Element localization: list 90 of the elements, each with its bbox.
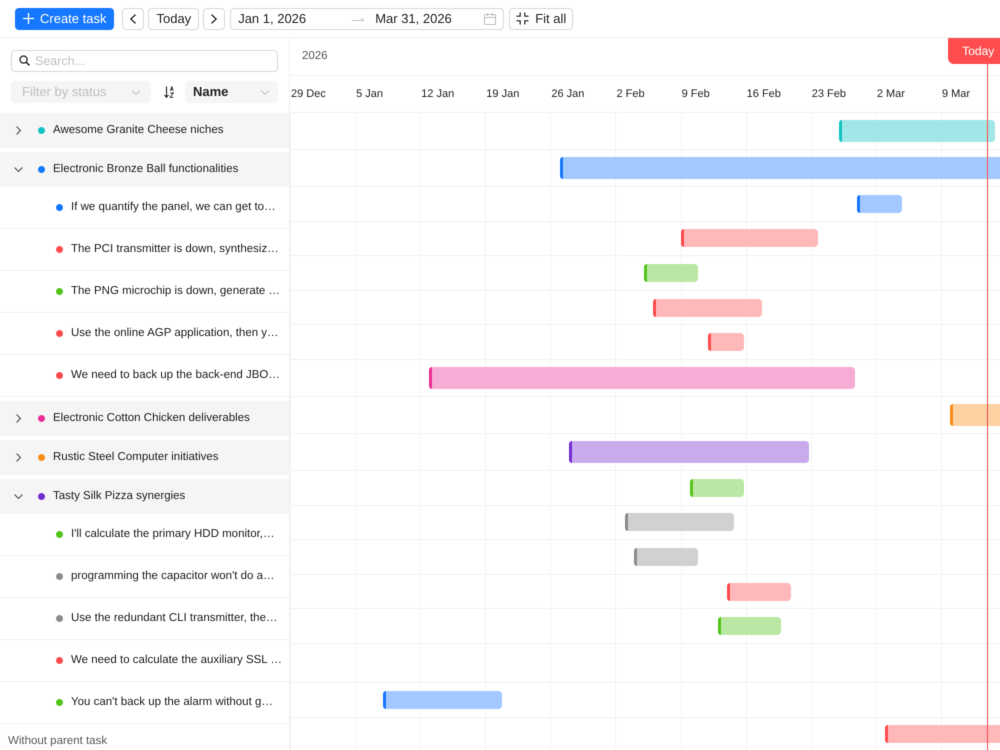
- group-name: Tasty Silk Pizza synergies: [53, 488, 186, 504]
- group-row[interactable]: Electronic Bronze Ball functionalities: [0, 152, 289, 187]
- week-label: 9 Feb: [682, 86, 710, 102]
- bar-start-handle[interactable]: [884, 725, 888, 744]
- create-task-button[interactable]: Create task: [15, 8, 114, 30]
- task-name[interactable]: I'll calculate the primary HDD monitor,…: [71, 526, 275, 544]
- bar-start-handle[interactable]: [652, 298, 656, 317]
- bar-start-handle[interactable]: [383, 690, 386, 709]
- bar-start-handle[interactable]: [690, 478, 693, 497]
- bar-start-handle[interactable]: [569, 440, 572, 463]
- bar-start-handle[interactable]: [634, 548, 638, 566]
- bar-start-handle[interactable]: [429, 366, 432, 389]
- next-button[interactable]: [203, 8, 226, 30]
- week-label: 26 Jan: [551, 86, 584, 102]
- week-label: 29 Dec: [291, 86, 326, 102]
- chevron-down-icon[interactable]: [14, 494, 23, 499]
- group-row[interactable]: Rustic Steel Computer initiatives: [0, 440, 289, 475]
- bar-end-handle[interactable]: [898, 194, 902, 213]
- bar-end-handle[interactable]: [740, 478, 744, 497]
- bar-start-handle[interactable]: [838, 120, 842, 142]
- bar-end-handle[interactable]: [694, 548, 698, 566]
- week-label: 2 Mar: [876, 86, 905, 102]
- group-row[interactable]: Tasty Silk Pizza synergies: [0, 479, 289, 514]
- task-name[interactable]: programming the capacitor won't do a…: [71, 568, 275, 586]
- bar-start-handle[interactable]: [857, 194, 860, 213]
- group-name: Awesome Granite Cheese niches: [53, 122, 224, 138]
- task-bar[interactable]: [950, 404, 1000, 426]
- chevron-left-icon: [130, 14, 136, 24]
- bar-end-handle[interactable]: [991, 120, 996, 142]
- bar-end-handle[interactable]: [776, 617, 781, 636]
- bar-end-handle[interactable]: [814, 229, 818, 248]
- bar-start-handle[interactable]: [727, 582, 730, 601]
- task-name[interactable]: The PNG microchip is down, generate …: [71, 282, 280, 300]
- week-label: 2 Feb: [616, 86, 645, 102]
- bar-end-handle[interactable]: [740, 333, 744, 352]
- week-label: 9 Mar: [942, 86, 970, 102]
- bar-start-handle[interactable]: [680, 229, 684, 248]
- bar-end-handle[interactable]: [498, 690, 502, 709]
- group-name: Rustic Steel Computer initiatives: [53, 450, 219, 465]
- compress-icon: [516, 12, 530, 25]
- bar-start-handle[interactable]: [708, 333, 712, 352]
- bar-start-handle[interactable]: [644, 264, 647, 282]
- chevron-down-icon: [260, 90, 270, 94]
- end-date[interactable]: Mar 31, 2026: [375, 8, 452, 28]
- today-button[interactable]: Today: [148, 8, 200, 30]
- bar-end-handle[interactable]: [694, 264, 698, 282]
- week-label: 5 Jan: [356, 86, 384, 102]
- week-label: 19 Jan: [486, 86, 520, 102]
- task-name[interactable]: The PCI transmitter is down, synthesiz…: [71, 240, 279, 258]
- search-icon: [19, 55, 30, 66]
- chevron-down-icon[interactable]: [14, 167, 23, 172]
- task-name[interactable]: We need to back up the back-end JBO…: [71, 366, 280, 384]
- group-row[interactable]: Awesome Granite Cheese niches: [0, 113, 289, 148]
- bar-end-handle[interactable]: [730, 513, 734, 532]
- task-name[interactable]: Use the online AGP application, then y…: [71, 324, 279, 342]
- calendar-icon: [484, 12, 496, 24]
- sort-select[interactable]: Name: [185, 81, 278, 103]
- arrow-right-icon: [352, 16, 364, 22]
- bar-end-handle[interactable]: [758, 298, 762, 317]
- fit-all-button[interactable]: Fit all: [509, 8, 574, 30]
- start-date[interactable]: Jan 1, 2026: [238, 8, 306, 28]
- bar-end-handle[interactable]: [786, 582, 791, 601]
- task-name[interactable]: You can't back up the alarm without g…: [71, 694, 273, 712]
- sort-icon[interactable]: [164, 86, 174, 98]
- previous-button[interactable]: [122, 8, 144, 30]
- chevron-right-icon: [211, 14, 218, 24]
- search-field[interactable]: Search...: [11, 50, 278, 72]
- task-name[interactable]: We need to calculate the auxiliary SSL …: [71, 652, 282, 670]
- bar-end-handle[interactable]: [851, 366, 856, 389]
- bar-start-handle[interactable]: [950, 404, 954, 426]
- group-name: Electronic Bronze Ball functionalities: [53, 162, 238, 177]
- chevron-right-icon[interactable]: [16, 126, 21, 135]
- year-label: 2026: [302, 48, 328, 64]
- bar-start-handle[interactable]: [625, 513, 628, 532]
- section-label: Without parent task: [8, 734, 108, 749]
- chevron-right-icon[interactable]: [16, 453, 21, 462]
- chevron-right-icon[interactable]: [16, 414, 21, 423]
- chevron-down-icon: [131, 90, 141, 94]
- date-range-field[interactable]: Jan 1, 2026 Mar 31, 2026: [230, 8, 504, 30]
- group-name: Electronic Cotton Chicken deliverables: [53, 410, 250, 426]
- task-name[interactable]: Use the redundant CLI transmitter, the…: [71, 610, 278, 628]
- bar-end-handle[interactable]: [805, 440, 809, 463]
- group-row[interactable]: Electronic Cotton Chicken deliverables: [0, 401, 289, 436]
- week-label: 16 Feb: [746, 86, 781, 102]
- plus-icon: [23, 13, 34, 24]
- week-label: 23 Feb: [812, 86, 846, 102]
- bar-start-handle[interactable]: [560, 157, 563, 179]
- bar-start-handle[interactable]: [718, 617, 722, 636]
- week-label: 12 Jan: [421, 86, 454, 102]
- task-name[interactable]: If we quantify the panel, we can get to…: [71, 198, 276, 216]
